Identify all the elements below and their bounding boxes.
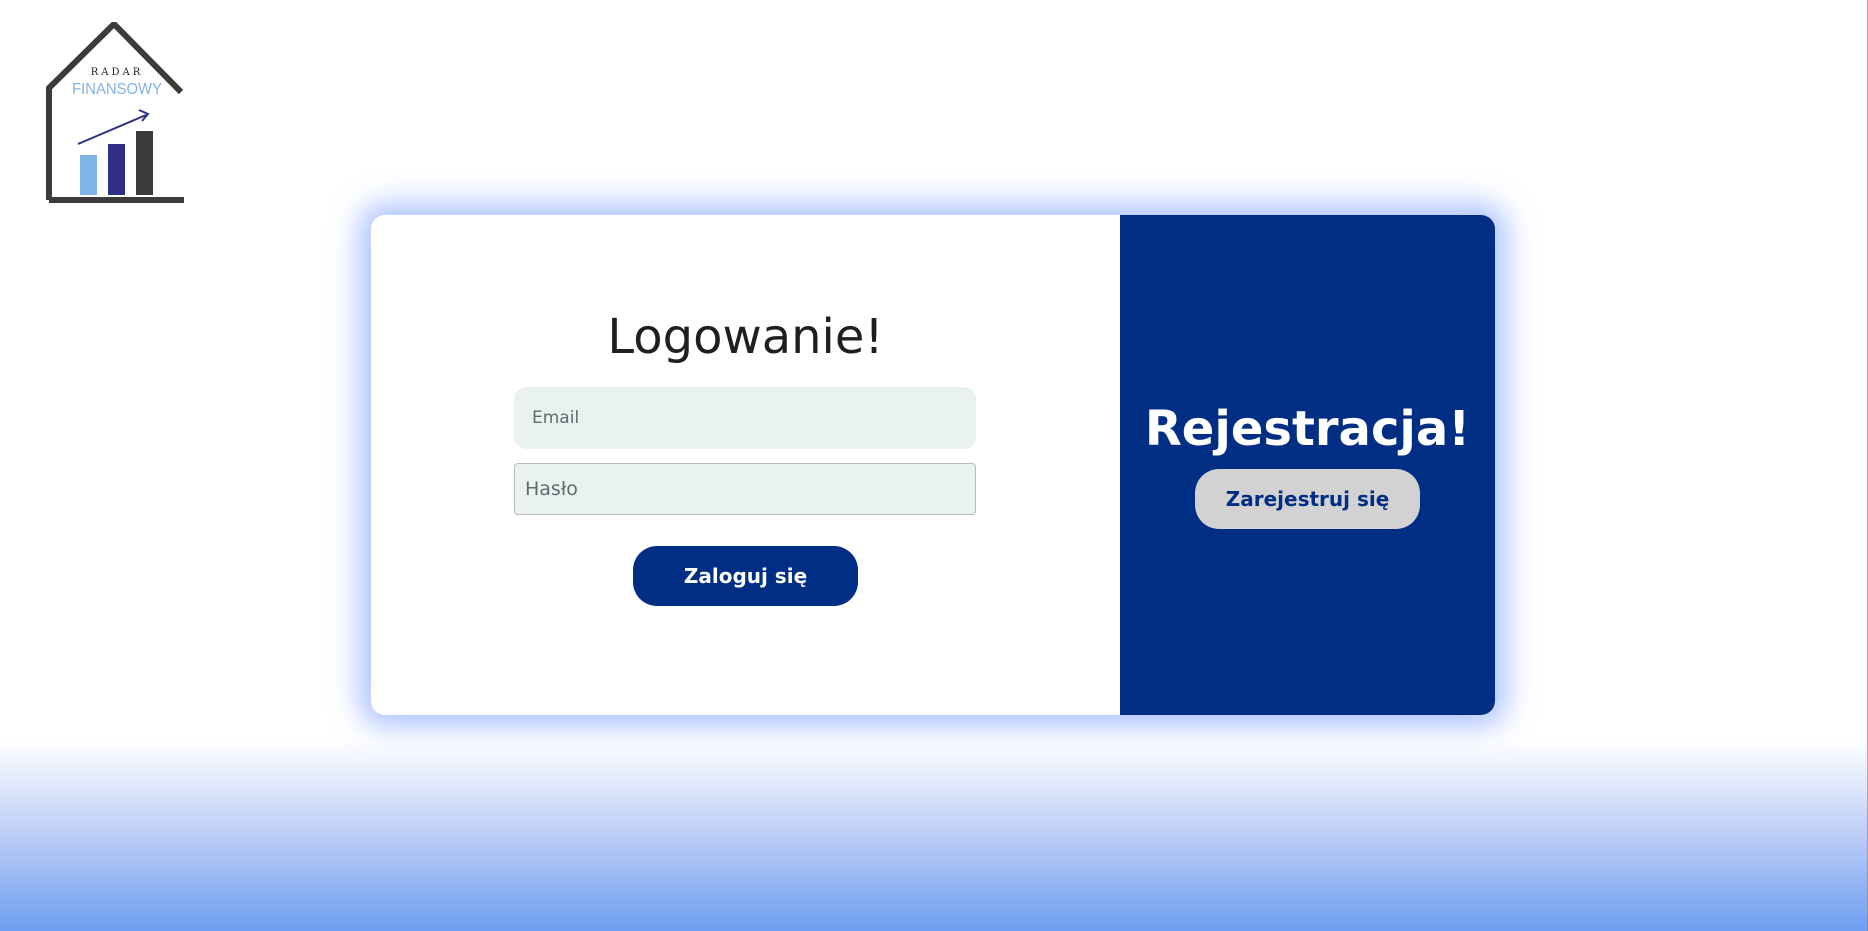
login-title: Logowanie! xyxy=(607,309,884,365)
logo-bar-2 xyxy=(108,144,125,195)
register-panel: Rejestracja! Zarejestruj się xyxy=(1120,215,1495,715)
register-button[interactable]: Zarejestruj się xyxy=(1195,469,1420,529)
register-title: Rejestracja! xyxy=(1144,401,1471,457)
background-gradient xyxy=(0,740,1868,931)
login-panel: Logowanie! Zaloguj się xyxy=(371,215,1120,715)
email-input[interactable] xyxy=(514,387,976,449)
login-button[interactable]: Zaloguj się xyxy=(633,546,858,606)
password-input[interactable] xyxy=(514,463,976,515)
logo-bottom-text: FINANSOWY xyxy=(72,81,162,98)
auth-card: Logowanie! Zaloguj się Rejestracja! Zare… xyxy=(371,215,1495,715)
logo-bar-3 xyxy=(136,131,153,195)
radar-finansowy-logo: RADAR FINANSOWY xyxy=(46,22,184,203)
logo-bar-1 xyxy=(80,155,97,195)
logo-top-text: RADAR xyxy=(91,67,144,78)
